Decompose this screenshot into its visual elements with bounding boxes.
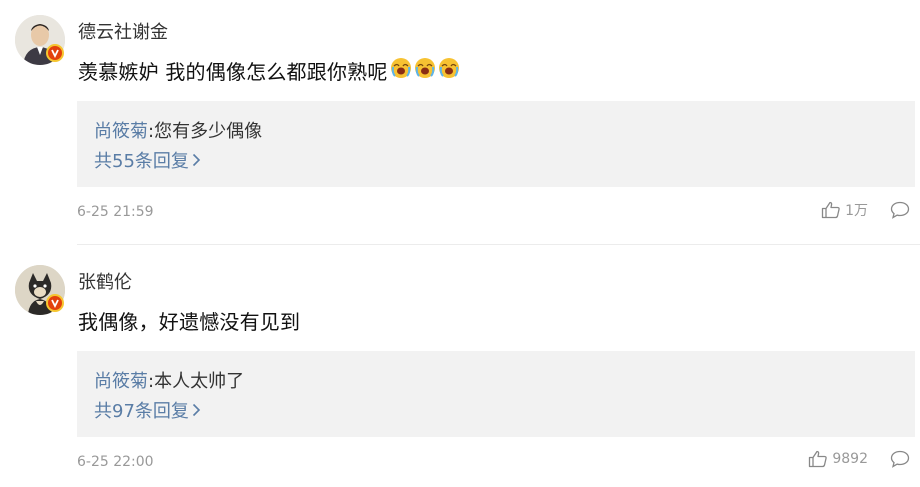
comment-text-body: 我偶像，好遗憾没有见到 bbox=[78, 310, 301, 334]
like-count: 9892 bbox=[832, 451, 868, 467]
reply-author[interactable]: 尚筱菊 bbox=[94, 371, 148, 392]
comment-text: 我偶像，好遗憾没有见到 bbox=[78, 306, 300, 335]
view-replies-link[interactable]: 共97条回复 bbox=[94, 397, 201, 423]
comment-time: 6-25 22:00 bbox=[77, 454, 154, 470]
reply-line: 尚筱菊:您有多少偶像 bbox=[94, 117, 262, 143]
verified-badge-icon bbox=[46, 44, 64, 62]
username[interactable]: 德云社谢金 bbox=[78, 18, 168, 44]
chevron-right-icon bbox=[192, 403, 201, 417]
username[interactable]: 张鹤伦 bbox=[78, 268, 132, 294]
chevron-right-icon bbox=[192, 153, 201, 167]
reply-count-label: 共55条回复 bbox=[94, 151, 189, 172]
thumbs-up-icon bbox=[821, 201, 840, 219]
thumbs-up-icon bbox=[809, 450, 828, 468]
emoji-group bbox=[390, 57, 462, 84]
comment-time: 6-25 21:59 bbox=[77, 204, 154, 220]
reply-count-label: 共97条回复 bbox=[94, 401, 189, 422]
crying-face-emoji bbox=[438, 57, 460, 84]
view-replies-link[interactable]: 共55条回复 bbox=[94, 147, 201, 173]
reply-preview[interactable]: 尚筱菊:您有多少偶像 共55条回复 bbox=[77, 101, 915, 187]
reply-preview[interactable]: 尚筱菊:本人太帅了 共97条回复 bbox=[77, 351, 915, 437]
comment-bubble-icon bbox=[890, 201, 910, 219]
reply-button[interactable] bbox=[890, 450, 910, 468]
comment-actions: 9892 bbox=[808, 450, 910, 468]
divider bbox=[77, 244, 920, 245]
comment-text-body: 羡慕嫉妒 我的偶像怎么都跟你熟呢 bbox=[78, 60, 388, 84]
reply-author[interactable]: 尚筱菊 bbox=[94, 121, 148, 142]
reply-line: 尚筱菊:本人太帅了 bbox=[94, 367, 244, 393]
crying-face-emoji bbox=[390, 57, 412, 84]
reply-text: 本人太帅了 bbox=[154, 371, 245, 392]
comment-actions: 1万 bbox=[821, 200, 910, 220]
verified-badge-icon bbox=[46, 294, 64, 312]
reply-button[interactable] bbox=[890, 201, 910, 219]
comment-bubble-icon bbox=[890, 450, 910, 468]
comment-text: 羡慕嫉妒 我的偶像怎么都跟你熟呢 bbox=[78, 56, 462, 85]
like-count: 1万 bbox=[845, 203, 868, 219]
like-button[interactable]: 9892 bbox=[808, 450, 868, 468]
crying-face-emoji bbox=[414, 57, 436, 84]
like-button[interactable]: 1万 bbox=[821, 200, 868, 220]
reply-text: 您有多少偶像 bbox=[154, 121, 263, 142]
